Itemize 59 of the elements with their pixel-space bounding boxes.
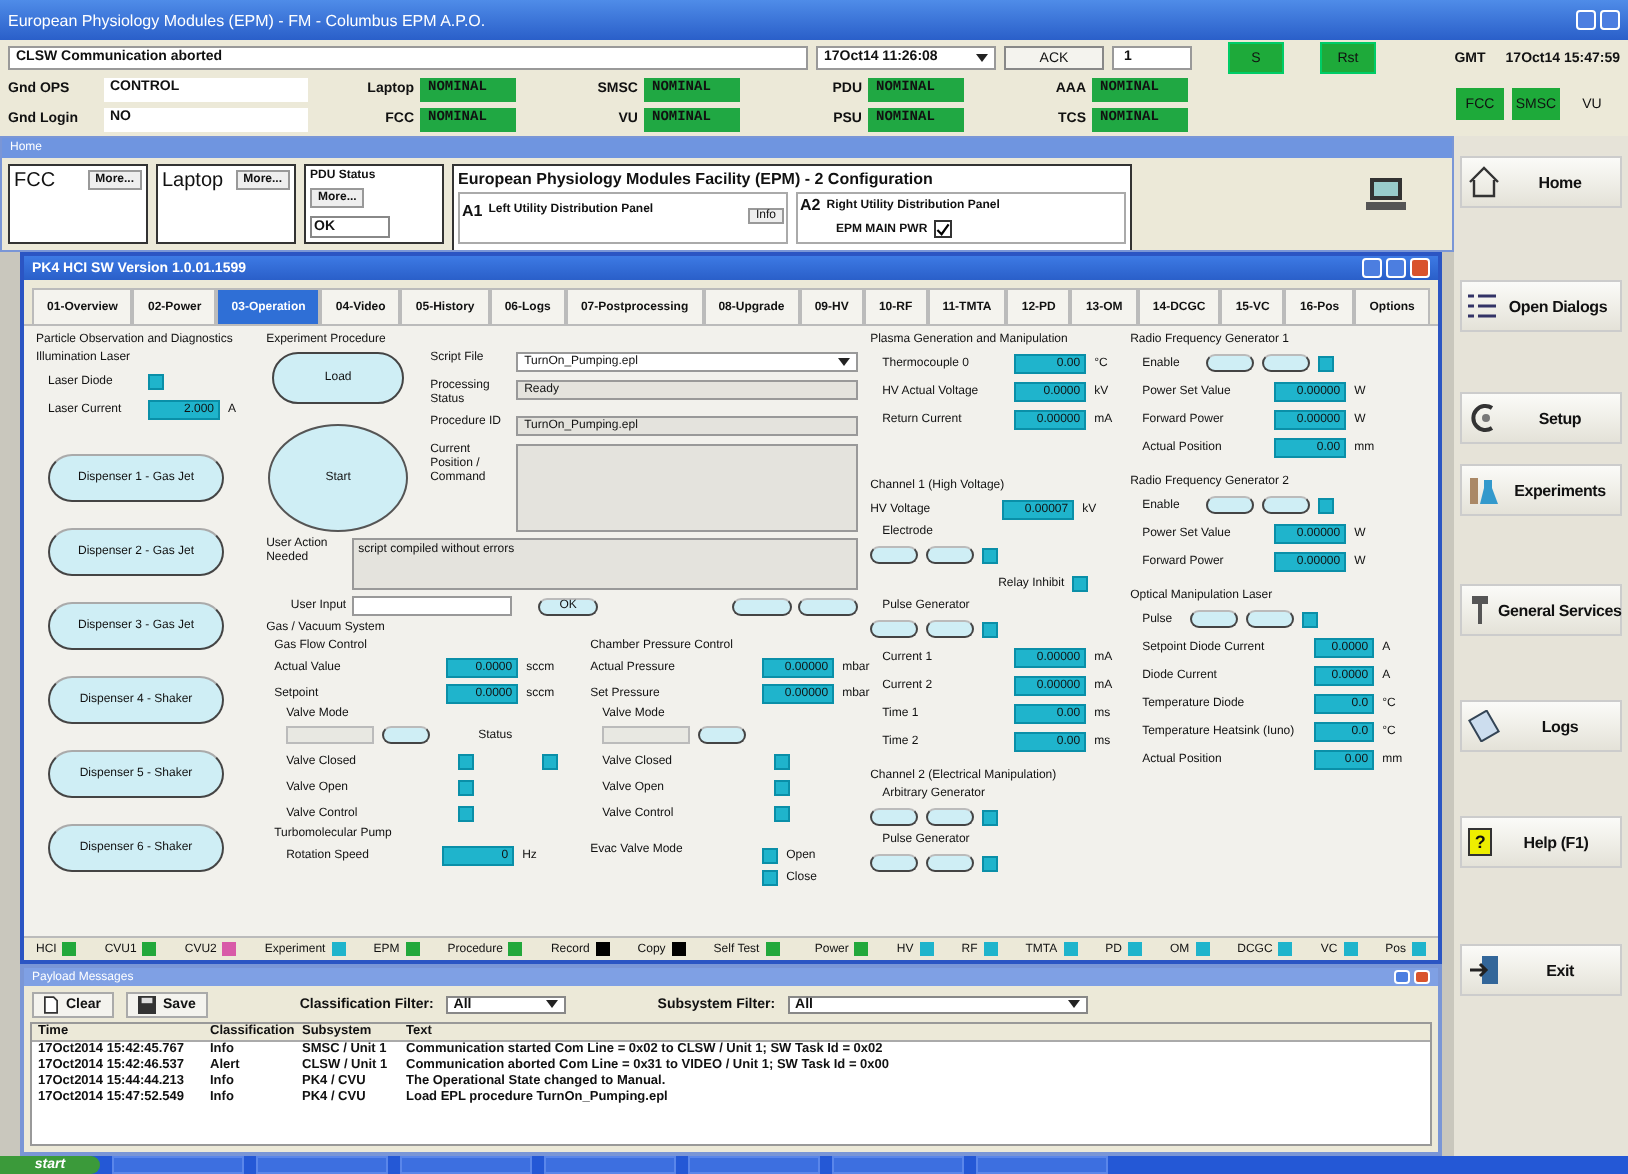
input-field[interactable] (352, 596, 513, 616)
home-icon (1468, 166, 1500, 198)
panel-title: FCC (14, 170, 58, 192)
status-led (982, 547, 999, 563)
pill-button[interactable] (870, 620, 919, 638)
pill-button[interactable] (1206, 354, 1255, 372)
pill-button[interactable] (382, 726, 431, 744)
pill-button[interactable] (1262, 354, 1311, 372)
pill-button[interactable] (732, 597, 793, 615)
pill-button[interactable] (1206, 496, 1255, 514)
caret-icon (976, 54, 988, 62)
maximize-button[interactable] (1394, 970, 1410, 984)
close-button[interactable] (1414, 970, 1430, 984)
pill-button[interactable] (1262, 496, 1311, 514)
sidebar-button[interactable]: Setup (1460, 392, 1622, 444)
sidebar-button[interactable]: ? Help (F1) (1460, 816, 1622, 868)
panel-title: European Physiology Modules Facility (EPM) - 2 Configuration (458, 170, 935, 188)
checkbox[interactable] (933, 220, 952, 238)
panel-code: A2 (800, 196, 821, 214)
help-icon: ? (1468, 828, 1492, 856)
pill-button[interactable] (798, 597, 859, 615)
status-led (982, 809, 999, 825)
sidebar-button[interactable]: General Services (1460, 584, 1622, 636)
sidebar-button[interactable]: Experiments (1460, 464, 1622, 516)
pill-button[interactable] (926, 546, 975, 564)
status-led (982, 855, 999, 871)
status-led (982, 621, 999, 637)
sidebar-button[interactable]: Logs (1460, 700, 1622, 752)
panel-code: A1 (462, 201, 483, 219)
panel-title: Laptop (162, 170, 226, 192)
maximize-button[interactable] (1386, 258, 1406, 278)
caret-icon (545, 1000, 558, 1008)
maximize-button[interactable] (1600, 10, 1620, 30)
logs-icon (1468, 710, 1500, 742)
pill-button[interactable] (870, 546, 919, 564)
exit-icon (1468, 954, 1500, 986)
sidebar-button[interactable]: Open Dialogs (1460, 280, 1622, 332)
sidebar-button[interactable]: Exit (1460, 944, 1622, 996)
pill-button[interactable] (926, 854, 975, 872)
pill-button[interactable] (870, 854, 919, 872)
document-icon (44, 995, 58, 1013)
caret-icon (1067, 1000, 1080, 1008)
pill-button[interactable] (870, 808, 919, 826)
window-title: European Physiology Modules (EPM) - FM - Columbus EPM A.P.O. (8, 11, 488, 29)
pill-button[interactable] (926, 808, 975, 826)
flask-icon (1468, 474, 1500, 506)
list-icon (1468, 294, 1496, 318)
minimize-button[interactable] (1362, 258, 1382, 278)
caret-icon (838, 358, 851, 366)
status-led (1072, 575, 1089, 591)
pill-button[interactable] (926, 620, 975, 638)
minimize-button[interactable] (1576, 10, 1596, 30)
wrench-icon (1468, 594, 1492, 626)
computer-icon[interactable] (1366, 176, 1406, 212)
close-button[interactable] (1410, 258, 1430, 278)
pill-button[interactable] (698, 726, 747, 744)
sidebar-button[interactable]: Home (1460, 156, 1622, 208)
pill-button[interactable] (1246, 610, 1295, 628)
pill-button[interactable] (1190, 610, 1239, 628)
